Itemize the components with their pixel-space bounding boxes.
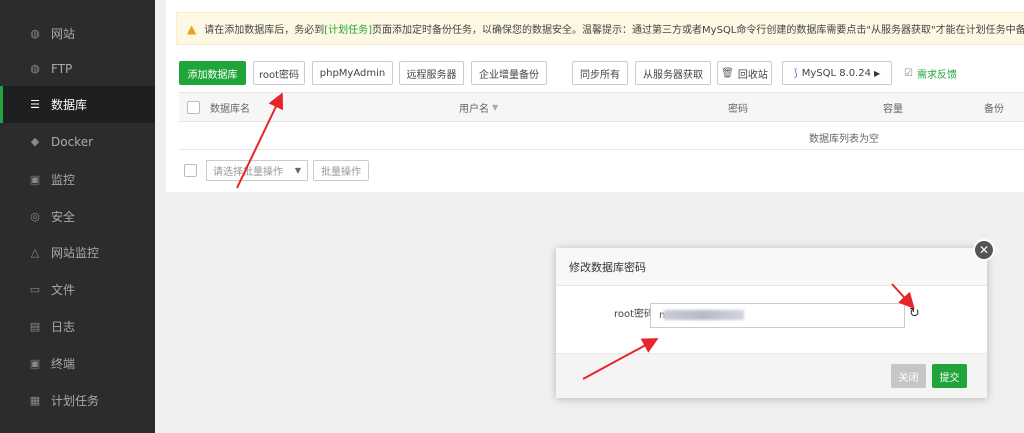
sidebar-item-label: Docker xyxy=(51,134,94,149)
sidebar-item-site-monitor[interactable]: △ 网站监控 xyxy=(0,234,155,271)
sidebar-item-docker[interactable]: ◆ Docker xyxy=(0,123,155,160)
checkbox[interactable] xyxy=(187,100,200,114)
sidebar-item-monitor[interactable]: ▣ 监控 xyxy=(0,161,155,198)
feedback-link[interactable]: ☑ 需求反馈 xyxy=(904,61,957,85)
close-button[interactable]: 关闭 xyxy=(891,364,926,388)
recycle-bin-label: 回收站 xyxy=(737,69,768,81)
col-capacity: 容量 xyxy=(883,103,903,115)
col-username-label: 用户名 xyxy=(459,103,489,115)
sidebar-item-label: 计划任务 xyxy=(51,394,100,408)
sidebar-item-files[interactable]: ▭ 文件 xyxy=(0,271,155,308)
alert-suffix: 页面添加定时备份任务，以确保您的数据安全。温馨提示：通过第三方或者MySQL命令… xyxy=(372,25,1024,36)
batch-select[interactable]: 请选择批量操作 ▼ xyxy=(206,160,308,181)
sidebar-item-website[interactable]: ◍ 网站 xyxy=(0,15,155,52)
alert-prefix: 请在添加数据库后，务必到 xyxy=(204,25,325,36)
batch-select-value: 请选择批量操作 xyxy=(213,167,283,178)
sidebar-item-label: 网站监控 xyxy=(51,246,100,260)
mysql-version-button[interactable]: ⟆ MySQL 8.0.24 ▶ xyxy=(782,61,892,85)
folder-icon: ▭ xyxy=(29,283,41,296)
sidebar-item-schedule[interactable]: ▦ 计划任务 xyxy=(0,382,155,419)
site-monitor-icon: △ xyxy=(30,246,40,259)
batch-checkbox[interactable] xyxy=(184,164,197,177)
table-empty-row: 数据库列表为空 xyxy=(179,122,1024,150)
sidebar: ◍ 网站 ◍ FTP ☰ 数据库 ◆ Docker ▣ 监控 ◎ 安全 △ 网站… xyxy=(0,0,155,433)
schedule-link[interactable]: [计划任务] xyxy=(324,21,372,36)
ftp-icon: ◍ xyxy=(30,62,40,75)
sidebar-item-label: 文件 xyxy=(51,283,76,297)
root-password-label: root密码 xyxy=(613,309,654,320)
sort-desc-icon[interactable]: ▼ xyxy=(492,103,498,112)
col-backup: 备份 xyxy=(984,103,1004,115)
refresh-icon[interactable]: ↻ xyxy=(909,306,920,321)
sidebar-item-label: 安全 xyxy=(51,210,76,224)
enterprise-backup-button[interactable]: 企业增量备份 xyxy=(471,61,547,85)
sidebar-item-terminal[interactable]: ▣ 终端 xyxy=(0,345,155,382)
terminal-icon: ▣ xyxy=(29,357,41,370)
sidebar-item-logs[interactable]: ▤ 日志 xyxy=(0,308,155,345)
sync-all-button[interactable]: 同步所有 xyxy=(572,61,628,85)
sidebar-item-label: 监控 xyxy=(51,173,76,187)
trash-icon: 🗑 xyxy=(721,67,734,79)
warning-icon: ▲ xyxy=(187,21,197,36)
submit-button[interactable]: 提交 xyxy=(932,364,967,388)
mysql-icon: ⟆ xyxy=(793,67,798,79)
docker-icon: ◆ xyxy=(30,135,40,148)
col-username[interactable]: 用户名 ▼ xyxy=(459,93,498,121)
phpmyadmin-button[interactable]: phpMyAdmin xyxy=(312,61,393,85)
empty-text: 数据库列表为空 xyxy=(809,134,879,145)
shield-icon: ◎ xyxy=(30,210,40,223)
table-header: 数据库名 用户名 ▼ 密码 容量 备份 xyxy=(179,92,1024,122)
sidebar-item-label: 终端 xyxy=(51,357,76,371)
dialog-title: 修改数据库密码 xyxy=(556,248,987,286)
database-icon: ☰ xyxy=(30,98,40,111)
monitor-icon: ▣ xyxy=(29,173,41,186)
mysql-version-label: MySQL 8.0.24 xyxy=(801,67,872,79)
feedback-label: 需求反馈 xyxy=(916,69,957,81)
sidebar-item-ftp[interactable]: ◍ FTP xyxy=(0,50,155,87)
recycle-bin-button[interactable]: 🗑 回收站 xyxy=(717,61,772,85)
password-redacted xyxy=(664,310,744,320)
remote-server-button[interactable]: 远程服务器 xyxy=(399,61,464,85)
schedule-icon: ▦ xyxy=(29,394,41,407)
sidebar-item-label: FTP xyxy=(51,61,73,76)
dialog-footer: 关闭 提交 xyxy=(556,353,987,398)
edit-icon: ☑ xyxy=(904,67,913,79)
batch-action-button[interactable]: 批量操作 xyxy=(313,160,369,181)
play-icon: ▶ xyxy=(874,68,881,78)
database-panel: ▲ 请在添加数据库后，务必到 [计划任务] 页面添加定时备份任务，以确保您的数据安全… xyxy=(166,0,1024,192)
add-database-button[interactable]: 添加数据库 xyxy=(179,61,246,85)
globe-icon: ◍ xyxy=(30,27,40,40)
sidebar-item-security[interactable]: ◎ 安全 xyxy=(0,198,155,235)
sidebar-item-label: 网站 xyxy=(51,27,76,41)
sidebar-item-label: 日志 xyxy=(51,320,76,334)
sidebar-item-label: 数据库 xyxy=(51,98,88,112)
fetch-from-server-button[interactable]: 从服务器获取 xyxy=(635,61,711,85)
sidebar-item-database[interactable]: ☰ 数据库 xyxy=(0,86,155,123)
backup-alert: ▲ 请在添加数据库后，务必到 [计划任务] 页面添加定时备份任务，以确保您的数据安全… xyxy=(176,12,1024,45)
col-password: 密码 xyxy=(728,103,748,115)
root-password-button[interactable]: root密码 xyxy=(253,61,305,85)
col-name: 数据库名 xyxy=(210,103,250,115)
log-icon: ▤ xyxy=(29,320,41,333)
chevron-down-icon: ▼ xyxy=(294,166,301,175)
close-icon[interactable]: ✕ xyxy=(973,239,995,261)
change-password-dialog: 修改数据库密码 root密码 ↻ 关闭 提交 xyxy=(556,248,987,398)
select-all-checkbox[interactable] xyxy=(187,93,200,121)
